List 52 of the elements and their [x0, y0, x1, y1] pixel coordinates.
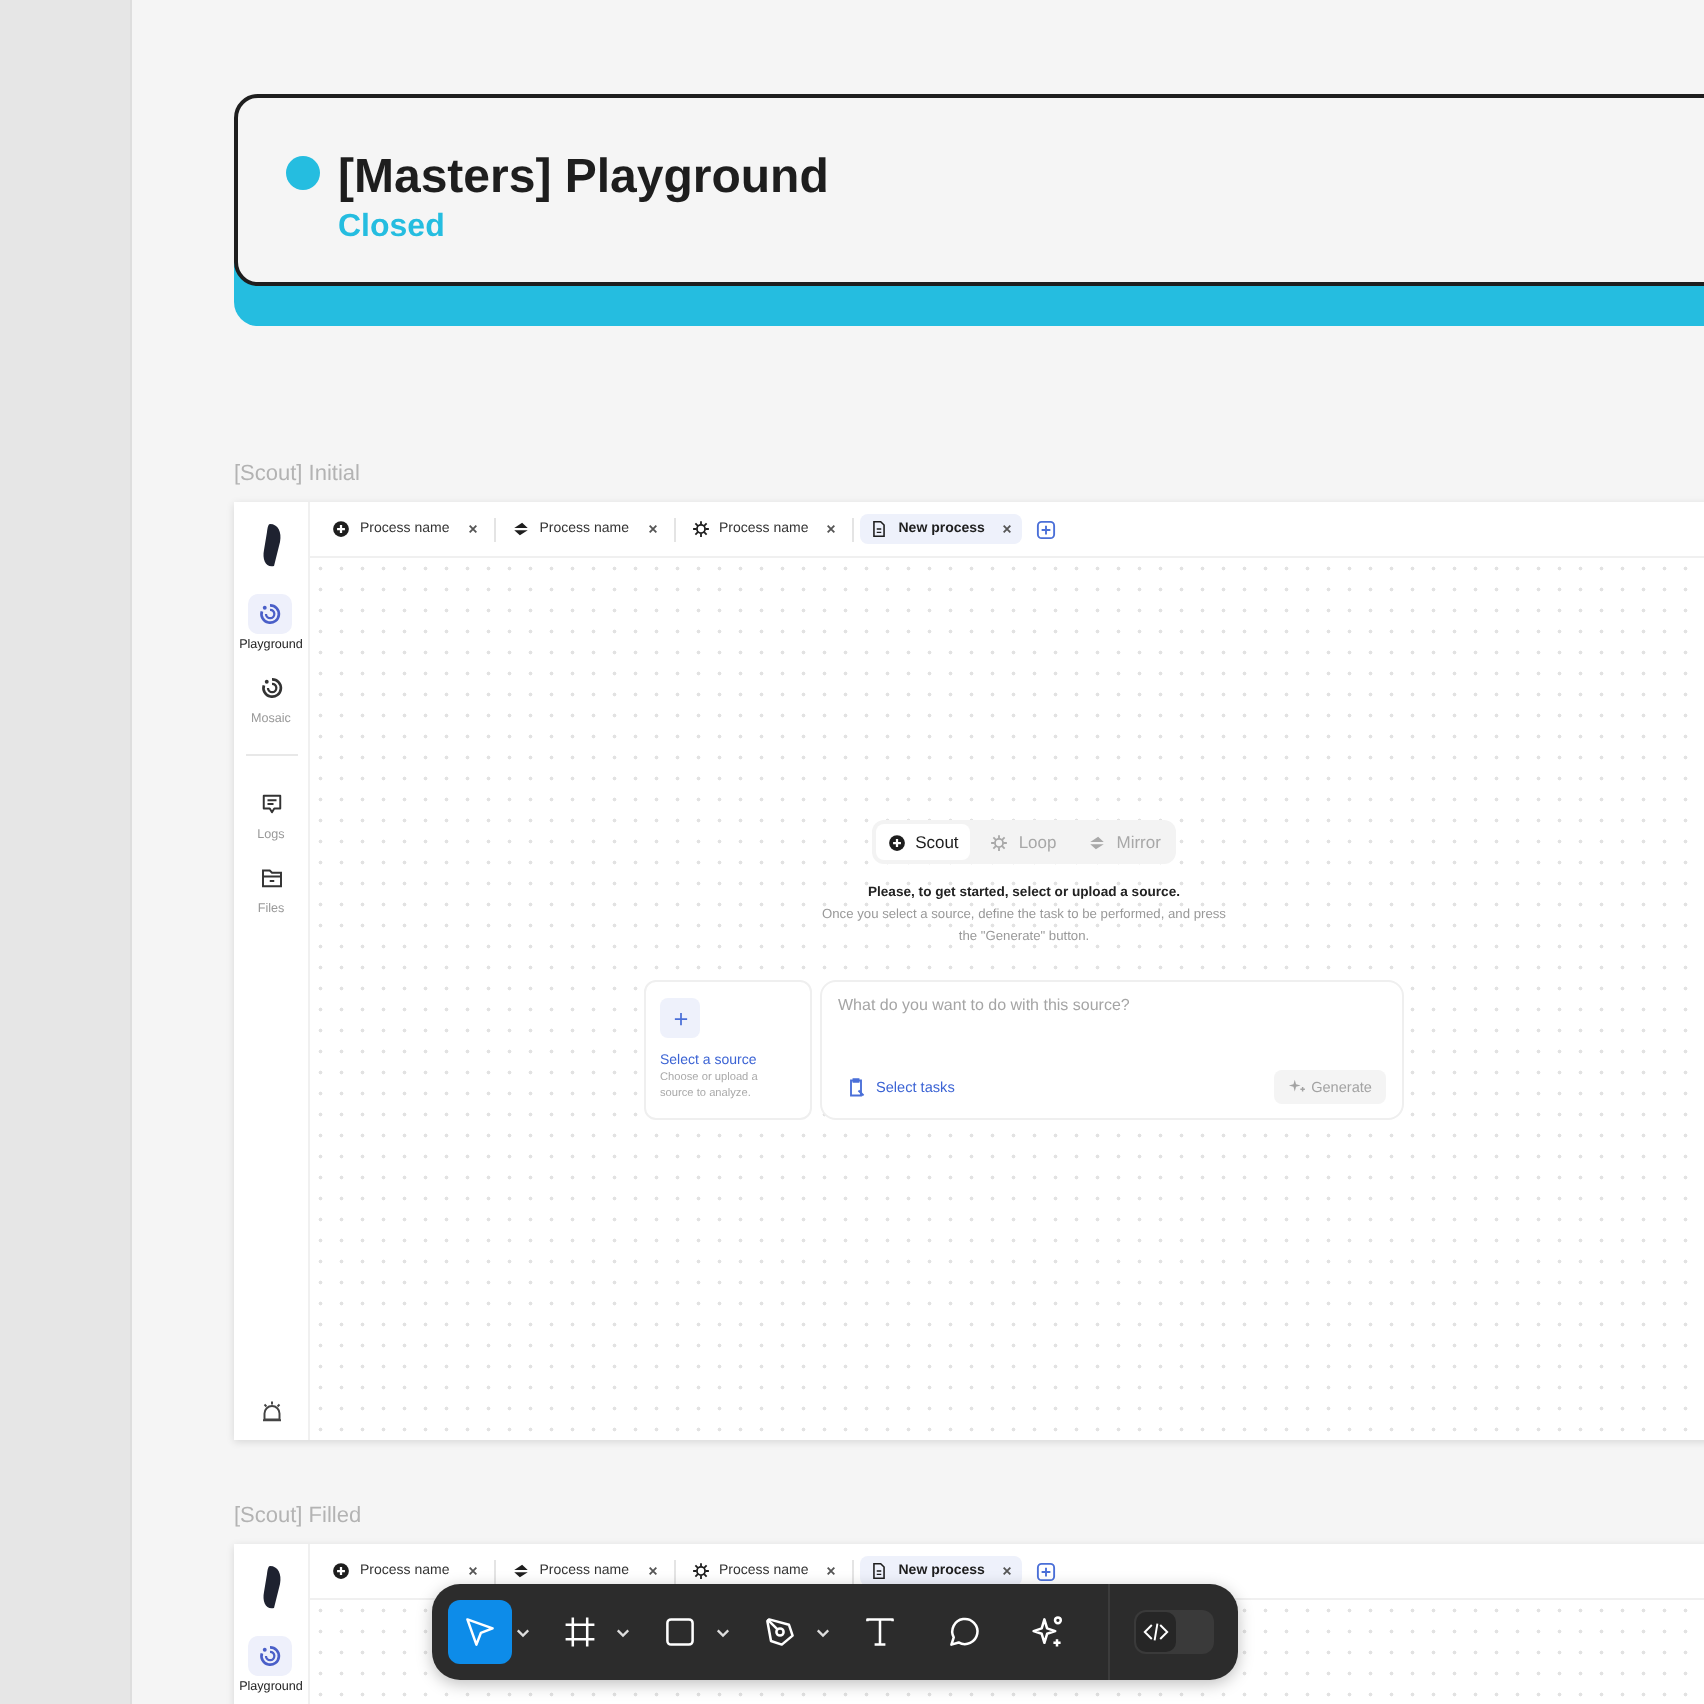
swirl-icon: [258, 602, 283, 626]
frame-icon: [562, 1614, 598, 1650]
chat-icon: [259, 792, 283, 816]
plus-circle-icon: [887, 833, 906, 851]
dev-mode-toggle[interactable]: [1134, 1610, 1214, 1654]
status-label: Closed: [338, 210, 447, 246]
bell-icon[interactable]: [259, 1400, 283, 1424]
chevron-down-icon[interactable]: [616, 1627, 630, 1637]
document-icon: [870, 520, 889, 538]
pen-icon: [762, 1614, 798, 1650]
add-tab-icon[interactable]: [1036, 1561, 1057, 1581]
gear-icon: [691, 520, 709, 538]
gear-icon: [691, 1562, 709, 1580]
cursor-icon: [462, 1614, 498, 1650]
close-icon[interactable]: [1002, 524, 1013, 534]
triangles-icon: [511, 1562, 530, 1580]
plus-circle-icon: [332, 520, 350, 538]
document-icon: [870, 1562, 889, 1580]
chevron-down-icon[interactable]: [516, 1627, 530, 1637]
frame-label: [Scout] Initial: [234, 460, 362, 490]
close-icon[interactable]: [826, 1566, 837, 1576]
code-icon: [1142, 1618, 1170, 1646]
rectangle-icon: [662, 1614, 698, 1650]
card-title: [Masters] Playground: [338, 150, 829, 206]
sparkle-icon: [1287, 1078, 1306, 1096]
triangles-icon: [511, 520, 530, 538]
close-icon[interactable]: [467, 524, 478, 534]
plus-icon: [673, 1011, 687, 1025]
close-icon[interactable]: [826, 524, 837, 534]
chevron-down-icon[interactable]: [716, 1627, 730, 1637]
chevron-down-icon[interactable]: [816, 1627, 830, 1637]
logo-icon: [259, 1564, 283, 1612]
swirl-icon: [258, 1644, 283, 1668]
close-icon[interactable]: [647, 524, 657, 534]
gear-icon: [990, 833, 1009, 851]
add-source-button[interactable]: [660, 998, 700, 1038]
folder-icon: [259, 866, 283, 890]
add-tab-icon[interactable]: [1036, 519, 1057, 539]
plus-circle-icon: [332, 1562, 350, 1580]
close-icon[interactable]: [647, 1566, 657, 1576]
move-tool-button[interactable]: [448, 1600, 512, 1664]
tasks-icon: [846, 1077, 866, 1097]
close-icon[interactable]: [467, 1566, 478, 1576]
sparkle-icon: [1030, 1614, 1066, 1650]
swirl-icon: [259, 676, 283, 700]
logo-icon: [259, 522, 283, 570]
triangles-icon: [1088, 833, 1107, 851]
comment-icon: [946, 1614, 982, 1650]
mode-tab[interactable]: Scout: [875, 824, 971, 860]
close-icon[interactable]: [1002, 1566, 1013, 1576]
frame-label: [Scout] Filled: [234, 1502, 364, 1532]
text-icon: [862, 1614, 898, 1650]
